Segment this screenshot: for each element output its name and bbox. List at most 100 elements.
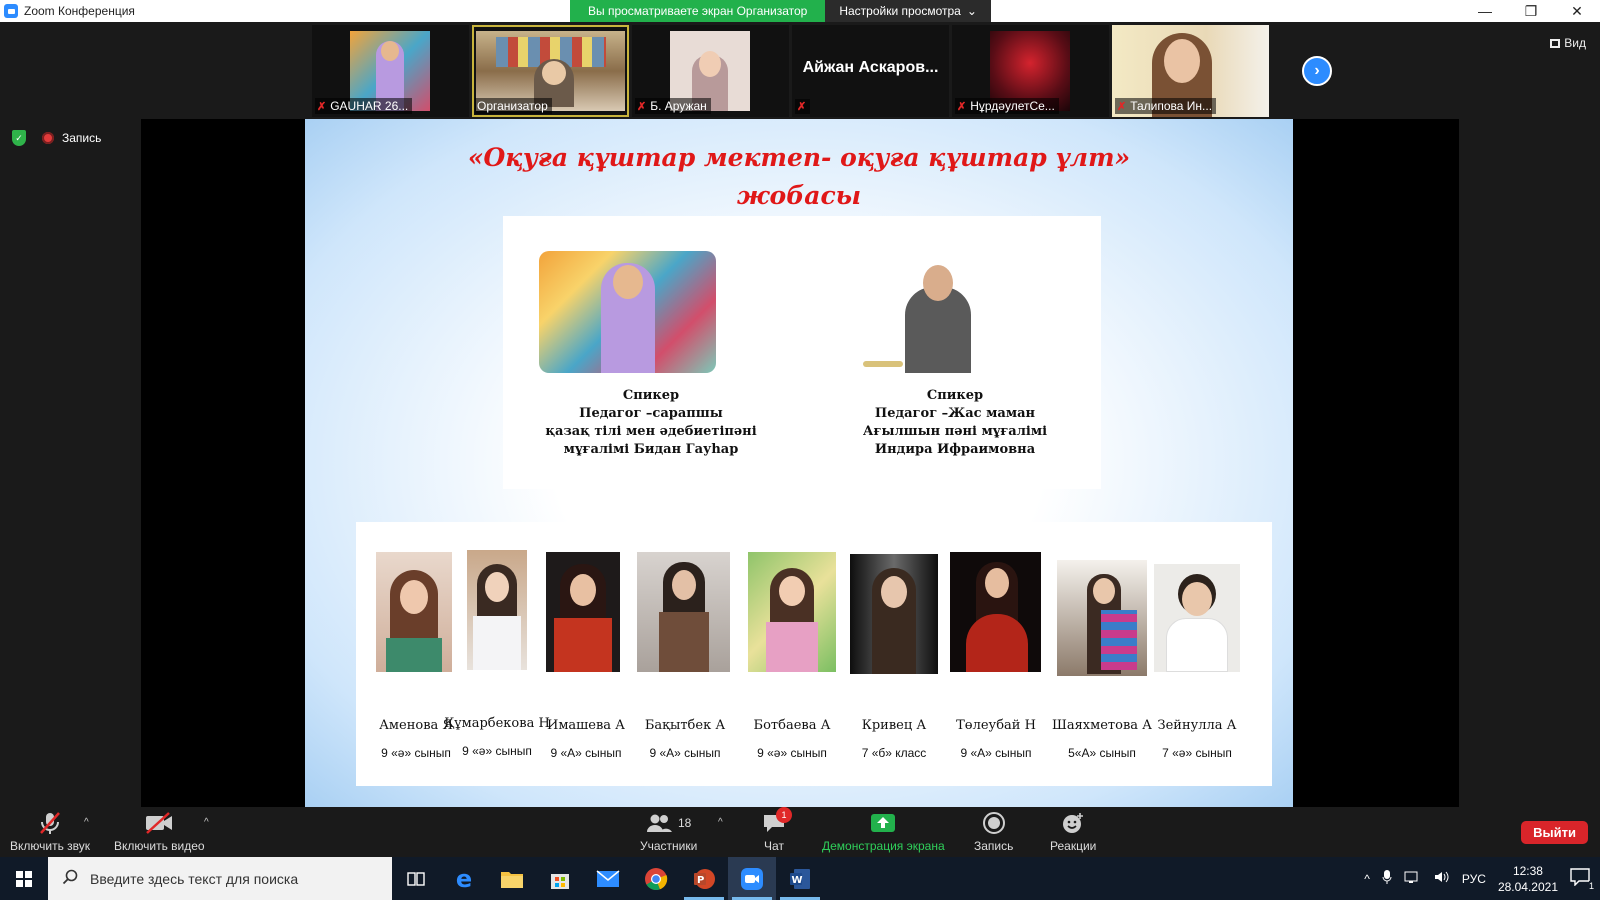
student-photo (546, 552, 620, 672)
view-settings-button[interactable]: Настройки просмотра ⌄ (825, 0, 991, 22)
participants-label: Участники (640, 839, 698, 853)
participant-name: Б. Аружан (650, 99, 707, 113)
unmute-button[interactable]: Включить звук (10, 811, 90, 853)
minimize-button[interactable]: — (1462, 0, 1508, 22)
share-screen-button[interactable]: Демонстрация экрана (822, 811, 945, 853)
zoom-app-icon (4, 4, 18, 18)
record-label: Запись (974, 839, 1014, 853)
participant-nameplate: Организатор (475, 98, 552, 114)
search-placeholder: Введите здесь текст для поиска (90, 870, 299, 887)
presentation-slide: «Оқуға құштар мектеп- оқуға құштар ұлт» … (305, 119, 1293, 807)
input-language[interactable]: РУС (1462, 872, 1486, 886)
meeting-status: ✓ Запись (12, 130, 101, 146)
reactions-smiley-icon (1061, 811, 1085, 835)
participant-tile[interactable]: ✗ Талипова Ин... (1112, 25, 1269, 117)
participants-options-caret[interactable]: ^ (718, 817, 723, 828)
video-options-caret[interactable]: ^ (204, 817, 209, 828)
chevron-right-icon: › (1314, 62, 1320, 79)
zoom-taskbar-icon[interactable] (728, 857, 776, 900)
word-icon[interactable]: W (776, 857, 824, 900)
clock-date: 28.04.2021 (1497, 879, 1558, 894)
clock[interactable]: 12:38 28.04.2021 (1498, 863, 1558, 895)
leave-meeting-button[interactable]: Выйти (1521, 821, 1588, 844)
microphone-icon[interactable] (1382, 869, 1392, 888)
participant-nameplate: ✗ Б. Аружан (635, 98, 711, 114)
student-photo (376, 552, 452, 672)
student-class: 7 «ә» сынып (1162, 746, 1232, 760)
close-button[interactable]: ✕ (1554, 0, 1600, 22)
reactions-label: Реакции (1050, 839, 1097, 853)
participant-tile-active[interactable]: Организатор (472, 25, 629, 117)
share-screen-label: Демонстрация экрана (822, 839, 945, 853)
security-shield-icon[interactable]: ✓ (12, 130, 26, 146)
gallery-next-button[interactable]: › (1302, 56, 1332, 86)
student-name: Бақытбек А (644, 718, 726, 733)
student-class: 9 «А» сынып (960, 746, 1032, 760)
student-card: Кривец А 7 «б» класс (850, 554, 938, 760)
student-card: Ботбаева А 9 «ә» сынып (748, 552, 836, 760)
restore-button[interactable]: ❐ (1508, 0, 1554, 22)
participants-button[interactable]: 18 Участники (640, 811, 697, 853)
participant-name: GAUHAR 26... (330, 99, 409, 113)
task-view-icon[interactable] (392, 857, 440, 900)
view-button[interactable]: Вид (1550, 36, 1586, 50)
speaker-photo (539, 251, 716, 373)
system-tray: ^ РУС 12:38 28.04.2021 1 (1364, 857, 1600, 900)
student-card: Бақытбек А 9 «А» сынып (637, 552, 730, 760)
record-button[interactable]: Запись (974, 811, 1013, 853)
participant-nameplate: ✗ GAUHAR 26... (315, 98, 413, 114)
viewing-screen-label: Вы просматриваете экран Организатор (570, 0, 826, 22)
participant-tile[interactable]: Айжан Аскаров... ✗ (792, 25, 949, 117)
mic-muted-icon: ✗ (317, 100, 327, 113)
tray-expand-icon[interactable]: ^ (1364, 872, 1370, 886)
speaker-title: Педагог –сарапшы (579, 406, 723, 421)
chrome-icon[interactable] (632, 857, 680, 900)
student-photo (850, 554, 938, 674)
unmute-label: Включить звук (10, 839, 91, 853)
notifications-icon[interactable]: 1 (1570, 868, 1594, 891)
audio-options-caret[interactable]: ^ (84, 817, 89, 828)
zoom-window: Zoom Конференция Вы просматриваете экран… (0, 0, 1600, 900)
start-video-label: Включить видео (114, 839, 205, 853)
student-card: Төлеубай Н 9 «А» сынып (950, 552, 1041, 760)
participant-nameplate: ✗ Талипова Ин... (1115, 98, 1217, 114)
network-icon[interactable] (1404, 870, 1422, 887)
speaker-subject: қазақ тілі мен әдебиетіпәні (545, 424, 757, 439)
speaker-name: мұғалімі Бидан Гауһар (563, 442, 739, 457)
notification-count: 1 (1588, 881, 1594, 891)
participant-tile[interactable]: ✗ НұрдәулетСе... (952, 25, 1109, 117)
mail-icon[interactable] (584, 857, 632, 900)
windows-logo-icon (16, 870, 32, 887)
speakers-panel: Спикер Педагог –сарапшы қазақ тілі мен ә… (503, 216, 1101, 489)
speaker-role: Спикер (622, 388, 680, 403)
volume-icon[interactable] (1434, 870, 1450, 887)
speaker-subject: Ағылшын пәні мұғалімі (862, 424, 1048, 439)
reactions-button[interactable]: Реакции (1050, 811, 1096, 853)
student-name: Төлеубай Н (956, 718, 1036, 733)
taskbar-search[interactable]: Введите здесь текст для поиска (48, 857, 392, 900)
chat-icon: 1 (762, 807, 792, 835)
participant-name: Организатор (477, 99, 548, 113)
speaker-name: Индира Ифраимовна (874, 442, 1036, 457)
grid-icon (1550, 38, 1561, 48)
recording-indicator[interactable]: Запись (42, 131, 101, 145)
shared-screen: «Оқуға құштар мектеп- оқуға құштар ұлт» … (141, 119, 1459, 807)
chat-label: Чат (764, 839, 784, 853)
participant-name-large: Айжан Аскаров... (802, 59, 939, 76)
participant-name: Талипова Ин... (1130, 99, 1213, 113)
participant-tile[interactable]: ✗ Б. Аружан (632, 25, 789, 117)
store-icon[interactable] (536, 857, 584, 900)
powerpoint-icon[interactable]: P (680, 857, 728, 900)
start-video-button[interactable]: Включить видео (114, 811, 205, 853)
participant-tile[interactable]: ✗ GAUHAR 26... (312, 25, 469, 117)
recording-dot-icon (42, 132, 54, 144)
mic-muted-icon: ✗ (797, 101, 807, 113)
student-name: Зейнулла А (1157, 718, 1237, 733)
file-explorer-icon[interactable] (488, 857, 536, 900)
search-icon (62, 869, 78, 888)
participant-nameplate: ✗ (795, 99, 811, 114)
students-panel: Аменова Я 9 «ә» сынып Құмарбекова Н 9 «ә… (356, 522, 1272, 786)
start-button[interactable] (0, 857, 48, 900)
edge-browser-icon[interactable]: e (440, 857, 488, 900)
chat-button[interactable]: 1 Чат (762, 807, 792, 853)
